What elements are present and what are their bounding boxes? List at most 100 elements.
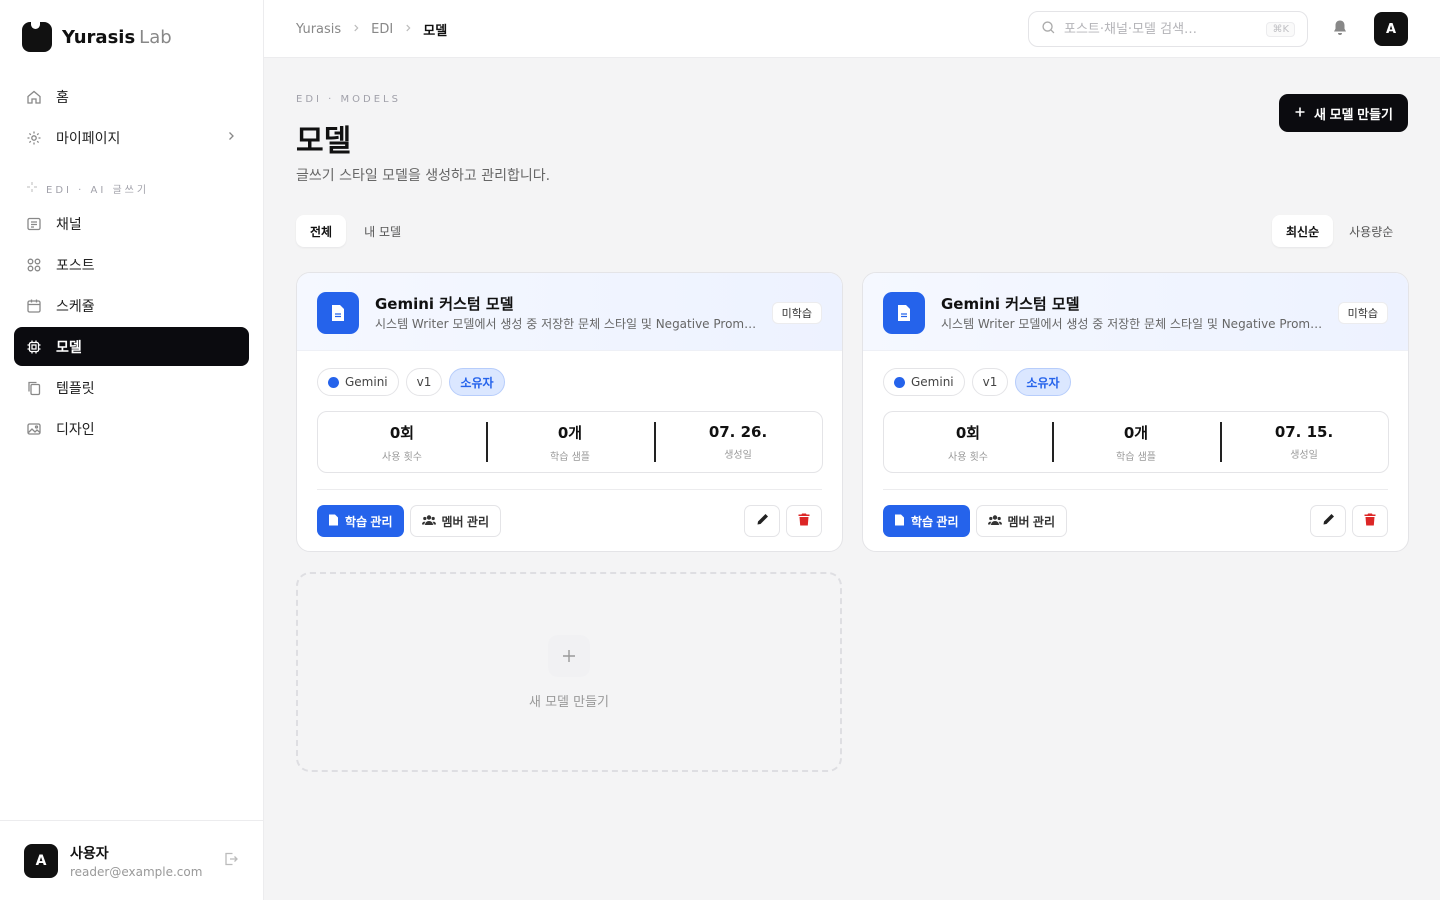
provider-dot-icon	[894, 376, 905, 388]
sidebar-item-model[interactable]: 모델	[14, 327, 249, 366]
sidebar-item-post[interactable]: 포스트	[14, 245, 249, 284]
model-title: Gemini 커스텀 모델	[941, 295, 1080, 313]
bell-icon[interactable]	[1332, 19, 1348, 41]
role-chip: 소유자	[1015, 368, 1071, 396]
model-description: 시스템 Writer 모델에서 생성 중 저장한 문체 스타일 및 Negati…	[941, 317, 1325, 331]
brand-name: Yurasis	[62, 26, 136, 48]
breadcrumb-item[interactable]: Yurasis	[296, 22, 341, 37]
train-manage-button[interactable]: 학습 관리	[883, 505, 970, 537]
sidebar-item-label: 포스트	[56, 257, 95, 274]
status-badge: 미학습	[771, 302, 822, 324]
grid-icon	[26, 257, 42, 273]
new-model-card[interactable]: 새 모델 만들기	[296, 572, 842, 772]
users-icon	[421, 514, 436, 529]
model-stats: 0회 사용 횟수 0개 학습 샘플 07. 26. 생성일	[317, 411, 823, 473]
stat-samples: 0개 학습 샘플	[1052, 412, 1220, 472]
avatar: A	[24, 843, 58, 878]
sidebar-item-mypage[interactable]: 마이페이지	[14, 118, 249, 157]
tab-all[interactable]: 전체	[296, 215, 347, 247]
user-name: 사용자	[70, 845, 109, 862]
delete-button[interactable]	[786, 505, 822, 537]
sidebar-item-label: 마이페이지	[56, 130, 121, 147]
model-stats: 0회 사용 횟수 0개 학습 샘플 07. 15. 생성일	[883, 411, 1389, 473]
search-shortcut: ⌘K	[1266, 21, 1295, 37]
search-box[interactable]: ⌘K	[1028, 11, 1308, 47]
chevron-right-icon	[225, 130, 237, 146]
member-manage-button[interactable]: 멤버 관리	[975, 505, 1067, 537]
model-card[interactable]: Gemini 커스텀 모델 시스템 Writer 모델에서 생성 중 저장한 문…	[296, 272, 843, 552]
pencil-icon	[1322, 513, 1335, 529]
home-icon	[26, 89, 42, 105]
filter-tabs: 전체 내 모델	[296, 215, 415, 247]
brand-logo-icon	[22, 19, 52, 52]
header-avatar[interactable]: A	[1374, 12, 1408, 46]
sidebar-item-channel[interactable]: 채널	[14, 204, 249, 243]
breadcrumb: Yurasis EDI 모델	[296, 20, 447, 39]
edit-button[interactable]	[744, 505, 780, 537]
sidebar-item-label: 템플릿	[56, 380, 95, 397]
status-badge: 미학습	[1337, 302, 1388, 324]
sidebar-item-home[interactable]: 홈	[14, 77, 249, 116]
new-model-card-label: 새 모델 만들기	[528, 694, 610, 710]
search-icon	[1041, 20, 1056, 39]
member-manage-button[interactable]: 멤버 관리	[409, 505, 501, 537]
sidebar: Yurasis Lab 홈 마이페이지 EDI · AI 글쓰기 채널 포스트 …	[0, 0, 264, 900]
page-description: 글쓰기 스타일 모델을 생성하고 관리합니다.	[296, 168, 551, 184]
sidebar-item-design[interactable]: 디자인	[14, 409, 249, 448]
new-model-button[interactable]: 새 모델 만들기	[1279, 94, 1408, 132]
model-title: Gemini 커스텀 모델	[375, 295, 514, 313]
page-title: 모델	[296, 124, 352, 159]
sidebar-item-label: 홈	[56, 89, 69, 106]
brand[interactable]: Yurasis Lab	[22, 19, 172, 52]
sort-tabs: 최신순 사용량순	[1272, 215, 1407, 247]
card-actions: 학습 관리 멤버 관리	[883, 505, 1067, 537]
plus-icon	[548, 634, 590, 677]
model-card-header: Gemini 커스텀 모델 시스템 Writer 모델에서 생성 중 저장한 문…	[297, 273, 842, 351]
breadcrumb-item[interactable]: EDI	[371, 22, 393, 37]
document-icon	[317, 292, 359, 334]
model-description: 시스템 Writer 모델에서 생성 중 저장한 문체 스타일 및 Negati…	[375, 317, 759, 331]
cpu-icon	[26, 339, 42, 355]
page-eyebrow: EDI · MODELS	[296, 94, 401, 105]
plus-icon	[1294, 106, 1306, 121]
model-tags: Gemini v1 소유자	[883, 368, 1071, 396]
version-chip: v1	[405, 368, 443, 396]
stat-created: 07. 15. 생성일	[1220, 412, 1388, 472]
provider-chip: Gemini	[883, 368, 965, 396]
document-icon	[894, 514, 905, 529]
tab-my-models[interactable]: 내 모델	[350, 215, 415, 247]
user-email: reader@example.com	[70, 864, 203, 879]
sidebar-nav-top: 홈 마이페이지	[14, 77, 249, 159]
stat-samples: 0개 학습 샘플	[486, 412, 654, 472]
gear-icon	[26, 130, 42, 146]
sidebar-item-label: 스케쥴	[56, 298, 95, 315]
model-card-header: Gemini 커스텀 모델 시스템 Writer 모델에서 생성 중 저장한 문…	[863, 273, 1408, 351]
card-divider	[883, 489, 1388, 490]
provider-dot-icon	[328, 376, 339, 388]
document-icon	[328, 514, 339, 529]
edit-button[interactable]	[1310, 505, 1346, 537]
brand-sub: Lab	[139, 26, 172, 48]
logout-icon[interactable]	[223, 851, 239, 871]
sidebar-item-label: 디자인	[56, 421, 95, 438]
image-icon	[26, 421, 42, 437]
trash-icon	[798, 513, 810, 529]
trash-icon	[1364, 513, 1376, 529]
sidebar-item-schedule[interactable]: 스케쥴	[14, 286, 249, 325]
user-profile[interactable]: A 사용자 reader@example.com	[0, 820, 263, 900]
sort-latest[interactable]: 최신순	[1272, 215, 1334, 247]
model-card[interactable]: Gemini 커스텀 모델 시스템 Writer 모델에서 생성 중 저장한 문…	[862, 272, 1409, 552]
search-input[interactable]	[1064, 21, 1259, 37]
sidebar-nav-edi: 채널 포스트 스케쥴 모델 템플릿 디자인	[14, 204, 249, 450]
train-manage-button[interactable]: 학습 관리	[317, 505, 404, 537]
sort-usage[interactable]: 사용량순	[1335, 215, 1407, 247]
delete-button[interactable]	[1352, 505, 1388, 537]
model-tags: Gemini v1 소유자	[317, 368, 505, 396]
sidebar-item-template[interactable]: 템플릿	[14, 368, 249, 407]
version-chip: v1	[971, 368, 1009, 396]
pencil-icon	[756, 513, 769, 529]
chevron-right-icon	[403, 23, 413, 36]
stat-usage: 0회 사용 횟수	[382, 423, 422, 463]
card-actions: 학습 관리 멤버 관리	[317, 505, 501, 537]
sidebar-item-label: 모델	[56, 339, 82, 356]
